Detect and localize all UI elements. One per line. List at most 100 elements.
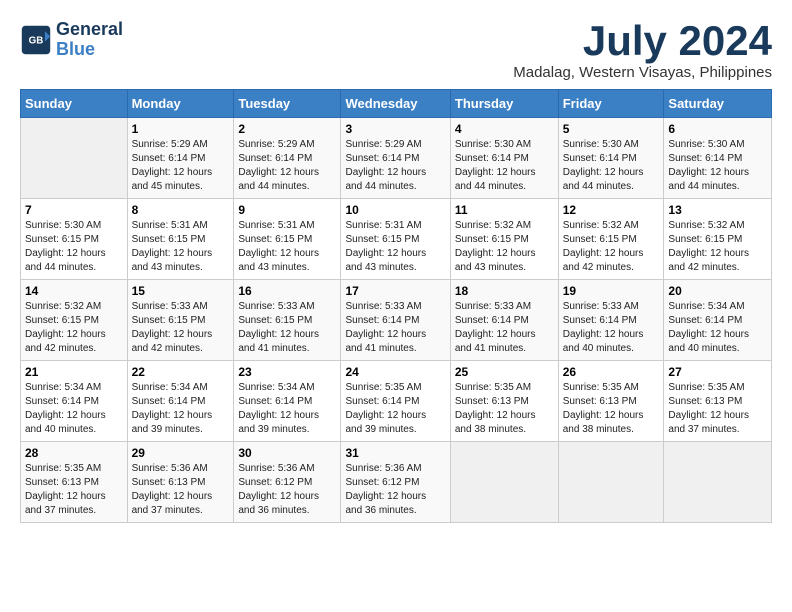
day-number: 30 [238, 446, 336, 460]
day-info: Sunrise: 5:30 AM Sunset: 6:14 PM Dayligh… [563, 138, 660, 194]
calendar-cell: 7Sunrise: 5:30 AM Sunset: 6:15 PM Daylig… [21, 199, 128, 280]
day-info: Sunrise: 5:29 AM Sunset: 6:14 PM Dayligh… [238, 138, 336, 194]
day-number: 22 [132, 365, 230, 379]
calendar-row: 21 Sunrise: 5:34 AM Sunset: 6:14 PM Dayli… [21, 361, 772, 442]
calendar-cell: 17Sunrise: 5:33 AM Sunset: 6:14 PM Dayli… [341, 280, 450, 361]
day-info: Sunrise: 5:36 AM Sunset: 6:13 PM Dayligh… [132, 462, 230, 518]
day-number: 1 [132, 122, 230, 136]
day-info: Sunrise: 5:30 AM Sunset: 6:15 PM Dayligh… [25, 219, 123, 275]
calendar-cell: 29Sunrise: 5:36 AM Sunset: 6:13 PM Dayli… [127, 442, 234, 523]
header-cell-sunday: Sunday [21, 90, 128, 118]
header-cell-friday: Friday [558, 90, 664, 118]
calendar-cell: 19Sunrise: 5:33 AM Sunset: 6:14 PM Dayli… [558, 280, 664, 361]
month-title: July 2024 [513, 20, 772, 62]
day-number: 27 [668, 365, 767, 379]
day-number: 5 [563, 122, 660, 136]
day-info: Sunrise: 5:35 AM Sunset: 6:13 PM Dayligh… [455, 381, 554, 437]
day-info: Sunrise: 5:34 AM Sunset: 6:14 PM Dayligh… [668, 300, 767, 356]
calendar-row: 1 Sunrise: 5:29 AM Sunset: 6:14 PM Daylig… [21, 118, 772, 199]
calendar-cell: 27 Sunrise: 5:35 AM Sunset: 6:13 PM Dayli… [664, 361, 772, 442]
day-number: 2 [238, 122, 336, 136]
day-number: 25 [455, 365, 554, 379]
calendar-cell: 3Sunrise: 5:29 AM Sunset: 6:14 PM Daylig… [341, 118, 450, 199]
day-info: Sunrise: 5:34 AM Sunset: 6:14 PM Dayligh… [25, 381, 123, 437]
day-number: 11 [455, 203, 554, 217]
day-number: 17 [345, 284, 445, 298]
logo: GB General Blue [20, 20, 123, 60]
day-info: Sunrise: 5:33 AM Sunset: 6:14 PM Dayligh… [455, 300, 554, 356]
calendar-cell: 13 Sunrise: 5:32 AM Sunset: 6:15 PM Dayli… [664, 199, 772, 280]
calendar-cell: 28 Sunrise: 5:35 AM Sunset: 6:13 PM Dayli… [21, 442, 128, 523]
day-info: Sunrise: 5:35 AM Sunset: 6:14 PM Dayligh… [345, 381, 445, 437]
day-number: 18 [455, 284, 554, 298]
day-info: Sunrise: 5:34 AM Sunset: 6:14 PM Dayligh… [132, 381, 230, 437]
day-number: 21 [25, 365, 123, 379]
day-info: Sunrise: 5:35 AM Sunset: 6:13 PM Dayligh… [25, 462, 123, 518]
calendar-cell: 31Sunrise: 5:36 AM Sunset: 6:12 PM Dayli… [341, 442, 450, 523]
header-cell-thursday: Thursday [450, 90, 558, 118]
calendar-cell: 26Sunrise: 5:35 AM Sunset: 6:13 PM Dayli… [558, 361, 664, 442]
calendar-row: 7Sunrise: 5:30 AM Sunset: 6:15 PM Daylig… [21, 199, 772, 280]
day-info: Sunrise: 5:32 AM Sunset: 6:15 PM Dayligh… [563, 219, 660, 275]
day-info: Sunrise: 5:35 AM Sunset: 6:13 PM Dayligh… [668, 381, 767, 437]
day-info: Sunrise: 5:33 AM Sunset: 6:15 PM Dayligh… [132, 300, 230, 356]
day-info: Sunrise: 5:29 AM Sunset: 6:14 PM Dayligh… [345, 138, 445, 194]
header-cell-saturday: Saturday [664, 90, 772, 118]
day-number: 28 [25, 446, 123, 460]
day-info: Sunrise: 5:34 AM Sunset: 6:14 PM Dayligh… [238, 381, 336, 437]
calendar-cell [450, 442, 558, 523]
day-info: Sunrise: 5:30 AM Sunset: 6:14 PM Dayligh… [455, 138, 554, 194]
calendar-header: SundayMondayTuesdayWednesdayThursdayFrid… [21, 90, 772, 118]
day-number: 10 [345, 203, 445, 217]
day-info: Sunrise: 5:32 AM Sunset: 6:15 PM Dayligh… [668, 219, 767, 275]
calendar-cell: 4 Sunrise: 5:30 AM Sunset: 6:14 PM Daylig… [450, 118, 558, 199]
logo-line2: Blue [56, 39, 95, 59]
location-subtitle: Madalag, Western Visayas, Philippines [513, 64, 772, 81]
header-cell-wednesday: Wednesday [341, 90, 450, 118]
calendar-cell: 16 Sunrise: 5:33 AM Sunset: 6:15 PM Dayli… [234, 280, 341, 361]
day-number: 9 [238, 203, 336, 217]
calendar-cell: 18 Sunrise: 5:33 AM Sunset: 6:14 PM Dayli… [450, 280, 558, 361]
day-info: Sunrise: 5:29 AM Sunset: 6:14 PM Dayligh… [132, 138, 230, 194]
calendar-cell: 2 Sunrise: 5:29 AM Sunset: 6:14 PM Daylig… [234, 118, 341, 199]
day-number: 16 [238, 284, 336, 298]
day-number: 24 [345, 365, 445, 379]
day-info: Sunrise: 5:36 AM Sunset: 6:12 PM Dayligh… [238, 462, 336, 518]
calendar-cell: 30 Sunrise: 5:36 AM Sunset: 6:12 PM Dayli… [234, 442, 341, 523]
day-info: Sunrise: 5:33 AM Sunset: 6:14 PM Dayligh… [563, 300, 660, 356]
logo-line1: General [56, 19, 123, 39]
header-cell-tuesday: Tuesday [234, 90, 341, 118]
day-info: Sunrise: 5:30 AM Sunset: 6:14 PM Dayligh… [668, 138, 767, 194]
calendar-cell: 5 Sunrise: 5:30 AM Sunset: 6:14 PM Daylig… [558, 118, 664, 199]
calendar-cell: 6Sunrise: 5:30 AM Sunset: 6:14 PM Daylig… [664, 118, 772, 199]
day-number: 13 [668, 203, 767, 217]
day-number: 23 [238, 365, 336, 379]
day-info: Sunrise: 5:31 AM Sunset: 6:15 PM Dayligh… [238, 219, 336, 275]
calendar-cell: 22 Sunrise: 5:34 AM Sunset: 6:14 PM Dayli… [127, 361, 234, 442]
calendar-cell: 15 Sunrise: 5:33 AM Sunset: 6:15 PM Dayli… [127, 280, 234, 361]
calendar-cell: 11 Sunrise: 5:32 AM Sunset: 6:15 PM Dayli… [450, 199, 558, 280]
svg-text:GB: GB [29, 35, 44, 46]
day-number: 20 [668, 284, 767, 298]
logo-icon: GB [20, 24, 52, 56]
day-number: 4 [455, 122, 554, 136]
calendar-cell [664, 442, 772, 523]
day-info: Sunrise: 5:35 AM Sunset: 6:13 PM Dayligh… [563, 381, 660, 437]
calendar-cell: 21 Sunrise: 5:34 AM Sunset: 6:14 PM Dayli… [21, 361, 128, 442]
day-info: Sunrise: 5:32 AM Sunset: 6:15 PM Dayligh… [455, 219, 554, 275]
day-info: Sunrise: 5:32 AM Sunset: 6:15 PM Dayligh… [25, 300, 123, 356]
calendar-cell [21, 118, 128, 199]
day-info: Sunrise: 5:33 AM Sunset: 6:15 PM Dayligh… [238, 300, 336, 356]
calendar-cell: 10 Sunrise: 5:31 AM Sunset: 6:15 PM Dayli… [341, 199, 450, 280]
day-info: Sunrise: 5:31 AM Sunset: 6:15 PM Dayligh… [345, 219, 445, 275]
day-number: 31 [345, 446, 445, 460]
calendar-cell: 23 Sunrise: 5:34 AM Sunset: 6:14 PM Dayli… [234, 361, 341, 442]
calendar-cell: 14Sunrise: 5:32 AM Sunset: 6:15 PM Dayli… [21, 280, 128, 361]
calendar-cell: 20 Sunrise: 5:34 AM Sunset: 6:14 PM Dayli… [664, 280, 772, 361]
calendar-cell [558, 442, 664, 523]
calendar-body: 1 Sunrise: 5:29 AM Sunset: 6:14 PM Daylig… [21, 118, 772, 523]
title-block: July 2024 Madalag, Western Visayas, Phil… [513, 20, 772, 81]
day-number: 15 [132, 284, 230, 298]
calendar-row: 28 Sunrise: 5:35 AM Sunset: 6:13 PM Dayli… [21, 442, 772, 523]
header-cell-monday: Monday [127, 90, 234, 118]
